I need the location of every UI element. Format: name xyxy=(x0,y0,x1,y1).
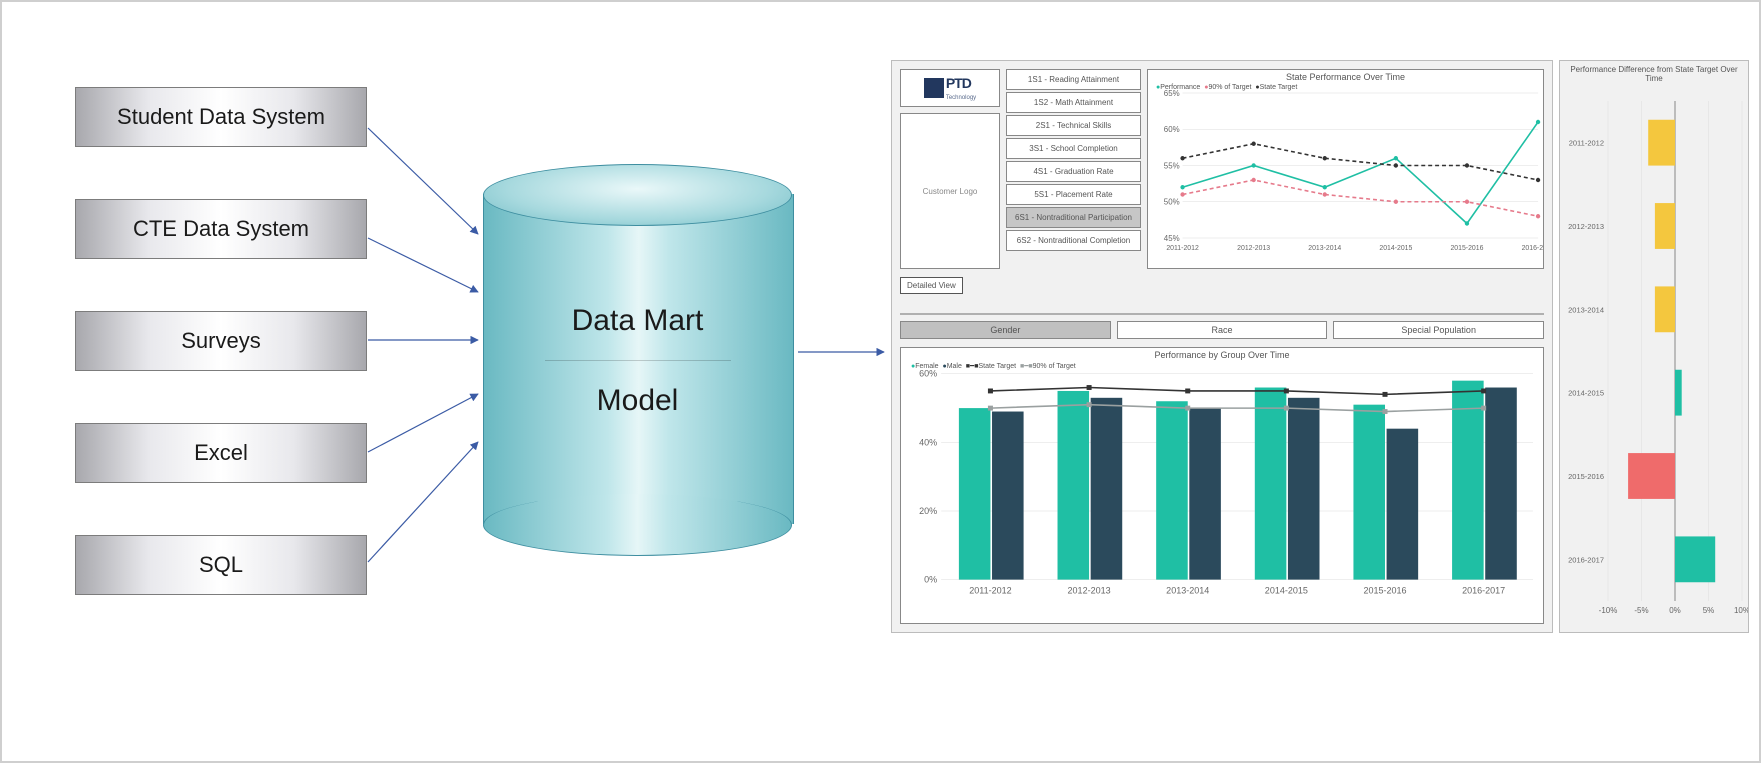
tab-gender[interactable]: Gender xyxy=(900,321,1111,339)
svg-text:2015-2016: 2015-2016 xyxy=(1450,245,1483,252)
svg-text:40%: 40% xyxy=(919,437,937,447)
kpi-button[interactable]: 1S2 - Math Attainment xyxy=(1006,92,1141,113)
detailed-view-button[interactable]: Detailed View xyxy=(900,277,963,294)
svg-text:2011-2012: 2011-2012 xyxy=(969,585,1011,595)
cylinder-label-2: Model xyxy=(483,384,792,418)
svg-text:2016-2017: 2016-2017 xyxy=(1522,245,1543,252)
disagg-tabs: Gender Race Special Population xyxy=(900,321,1544,339)
svg-text:10%: 10% xyxy=(1734,606,1748,615)
svg-text:50%: 50% xyxy=(1164,198,1180,207)
svg-text:65%: 65% xyxy=(1164,89,1180,98)
svg-text:2016-2017: 2016-2017 xyxy=(1568,555,1604,564)
kpi-button[interactable]: 3S1 - School Completion xyxy=(1006,138,1141,159)
dashboard-thumbnail: PTD Technology Customer Logo 1S1 - Readi… xyxy=(891,60,1553,633)
svg-text:2014-2015: 2014-2015 xyxy=(1568,389,1604,398)
svg-text:2015-2016: 2015-2016 xyxy=(1568,472,1604,481)
data-mart-cylinder: Data Mart Model xyxy=(483,164,792,556)
tab-specpop[interactable]: Special Population xyxy=(1333,321,1544,339)
svg-text:2015-2016: 2015-2016 xyxy=(1363,585,1406,595)
kpi-button[interactable]: 2S1 - Technical Skills xyxy=(1006,115,1141,136)
svg-text:-10%: -10% xyxy=(1599,606,1618,615)
svg-text:2013-2014: 2013-2014 xyxy=(1308,245,1341,252)
svg-text:2014-2015: 2014-2015 xyxy=(1265,585,1308,595)
svg-text:-5%: -5% xyxy=(1634,606,1648,615)
svg-text:5%: 5% xyxy=(1703,606,1715,615)
kpi-button[interactable]: 6S2 - Nontraditional Completion xyxy=(1006,230,1141,251)
state-performance-chart: State Performance Over Time ●Performance… xyxy=(1147,69,1544,269)
svg-text:45%: 45% xyxy=(1164,234,1180,243)
svg-text:55%: 55% xyxy=(1164,161,1180,170)
svg-text:2012-2013: 2012-2013 xyxy=(1237,245,1270,252)
svg-text:0%: 0% xyxy=(924,575,937,585)
svg-text:60%: 60% xyxy=(919,369,937,379)
svg-text:0%: 0% xyxy=(1669,606,1681,615)
cylinder-label-1: Data Mart xyxy=(483,304,792,338)
svg-text:2012-2013: 2012-2013 xyxy=(1568,222,1604,231)
performance-by-group-chart: Performance by Group Over Time ●Female ●… xyxy=(900,347,1544,624)
architecture-diagram: Student Data System CTE Data System Surv… xyxy=(0,0,1761,763)
ptd-logo: PTD Technology xyxy=(900,69,1000,107)
svg-text:2011-2012: 2011-2012 xyxy=(1166,245,1199,252)
customer-logo-placeholder: Customer Logo xyxy=(900,113,1000,269)
kpi-button[interactable]: 1S1 - Reading Attainment xyxy=(1006,69,1141,90)
svg-text:2014-2015: 2014-2015 xyxy=(1379,245,1412,252)
svg-text:2012-2013: 2012-2013 xyxy=(1068,585,1111,595)
svg-text:2013-2014: 2013-2014 xyxy=(1166,585,1209,595)
svg-text:2011-2012: 2011-2012 xyxy=(1569,139,1604,148)
kpi-button[interactable]: 4S1 - Graduation Rate xyxy=(1006,161,1141,182)
kpi-button-list: 1S1 - Reading Attainment 1S2 - Math Atta… xyxy=(1006,69,1141,269)
difference-from-target-chart: Performance Difference from State Target… xyxy=(1559,60,1749,633)
svg-text:60%: 60% xyxy=(1164,125,1180,134)
svg-text:20%: 20% xyxy=(919,506,937,516)
kpi-button[interactable]: 5S1 - Placement Rate xyxy=(1006,184,1141,205)
tab-race[interactable]: Race xyxy=(1117,321,1328,339)
svg-text:2013-2014: 2013-2014 xyxy=(1568,305,1604,314)
svg-text:2016-2017: 2016-2017 xyxy=(1462,585,1505,595)
kpi-button-selected[interactable]: 6S1 - Nontraditional Participation xyxy=(1006,207,1141,228)
